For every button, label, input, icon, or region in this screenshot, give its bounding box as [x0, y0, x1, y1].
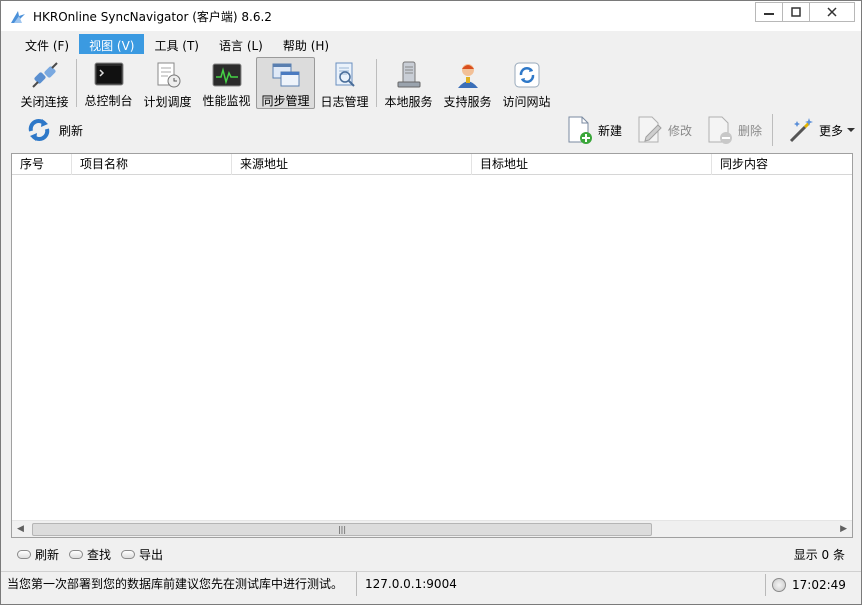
toolbar-separator — [376, 59, 377, 107]
monitor-label: 性能监视 — [202, 94, 251, 108]
toolbar-separator — [771, 114, 773, 146]
footer-export-link[interactable]: 导出 — [121, 546, 163, 563]
record-count: 显示 0 条 — [793, 548, 845, 562]
disconnect-label: 关闭连接 — [20, 95, 69, 109]
maximize-button[interactable] — [782, 2, 810, 22]
sync-management-button[interactable]: 同步管理 — [256, 57, 315, 109]
refresh-icon — [28, 119, 50, 141]
server-address: 127.0.0.1:9004 — [365, 577, 457, 591]
schedule-icon — [152, 60, 184, 90]
minimize-button[interactable] — [755, 2, 783, 22]
footer-find-link[interactable]: 查找 — [69, 546, 111, 563]
support-service-label: 支持服务 — [443, 95, 492, 109]
delete-document-icon — [708, 116, 732, 144]
scrollbar-thumb[interactable]: ||| — [32, 523, 652, 536]
title-bar[interactable]: HKROnline SyncNavigator (客户端) 8.6.2 — [1, 1, 861, 31]
new-button[interactable]: 新建 — [566, 115, 622, 145]
log-magnifier-icon — [329, 60, 361, 90]
edit-label: 修改 — [667, 123, 692, 138]
visit-website-label: 访问网站 — [502, 95, 551, 109]
column-header-sync-content[interactable]: 同步内容 — [712, 154, 852, 175]
list-toolbar: 刷新 新建 修改 删除 更多 — [15, 112, 855, 152]
column-header-project-name[interactable]: 项目名称 — [72, 154, 232, 175]
menu-language[interactable]: 语言 (L) — [209, 34, 273, 54]
main-toolbar: 关闭连接 总控制台 计划调度 性能监视 同步管理 日志管理 本地服务 支持服务 … — [15, 57, 556, 111]
menu-view[interactable]: 视图 (V) — [79, 34, 145, 54]
visit-website-button[interactable]: 访问网站 — [497, 57, 556, 109]
app-window: HKROnline SyncNavigator (客户端) 8.6.2 文件 (… — [0, 0, 862, 605]
list-footer: 刷新 查找 导出 显示 0 条 — [11, 542, 853, 566]
clock-panel: 17:02:49 — [765, 574, 857, 596]
horizontal-scrollbar[interactable]: ◀ ||| ▶ — [12, 520, 852, 537]
scroll-right-icon[interactable]: ▶ — [840, 524, 847, 534]
pill-icon — [69, 550, 83, 559]
minimize-icon — [764, 13, 774, 15]
menu-bar: 文件 (F) 视图 (V) 工具 (T) 语言 (L) 帮助 (H) — [15, 34, 339, 56]
status-message: 当您第一次部署到您的数据库前建议您先在测试库中进行测试。 — [7, 572, 357, 596]
performance-monitor-icon — [211, 60, 243, 89]
footer-find-label: 查找 — [87, 548, 112, 562]
edit-button[interactable]: 修改 — [636, 115, 692, 145]
console-icon — [93, 60, 125, 89]
footer-refresh-label: 刷新 — [35, 548, 60, 562]
local-service-button[interactable]: 本地服务 — [379, 57, 438, 109]
local-service-label: 本地服务 — [384, 95, 433, 109]
refresh-label: 刷新 — [59, 123, 84, 138]
more-button[interactable]: 更多 — [787, 115, 855, 145]
close-button[interactable] — [809, 2, 855, 22]
close-icon — [827, 7, 837, 17]
menu-tools[interactable]: 工具 (T) — [144, 34, 209, 54]
plug-icon — [29, 60, 61, 90]
status-bar: 当您第一次部署到您的数据库前建议您先在测试库中进行测试。 127.0.0.1:9… — [1, 571, 861, 604]
scroll-left-icon[interactable]: ◀ — [17, 524, 24, 534]
schedule-button[interactable]: 计划调度 — [138, 57, 197, 109]
log-management-label: 日志管理 — [320, 95, 369, 109]
table-header: 序号 项目名称 来源地址 目标地址 同步内容 — [12, 154, 852, 175]
column-header-source-address[interactable]: 来源地址 — [232, 154, 472, 175]
edit-document-icon — [638, 116, 662, 143]
refresh-button[interactable]: 刷新 — [23, 114, 83, 146]
schedule-label: 计划调度 — [143, 95, 192, 109]
new-document-icon — [568, 116, 592, 144]
footer-export-label: 导出 — [139, 548, 164, 562]
app-logo-icon — [10, 10, 26, 24]
restore-icon — [791, 7, 801, 17]
item-actions: 新建 修改 删除 更多 — [552, 114, 855, 146]
pill-icon — [17, 550, 31, 559]
support-person-icon — [452, 60, 484, 90]
monitor-button[interactable]: 性能监视 — [197, 57, 256, 109]
column-header-target-address[interactable]: 目标地址 — [472, 154, 712, 175]
sync-windows-icon — [270, 61, 302, 89]
more-label: 更多 — [818, 123, 843, 138]
clock-icon — [772, 578, 786, 592]
menu-file[interactable]: 文件 (F) — [15, 34, 79, 54]
footer-refresh-link[interactable]: 刷新 — [17, 546, 59, 563]
dropdown-arrow-icon — [847, 128, 855, 132]
new-label: 新建 — [597, 123, 622, 138]
console-button[interactable]: 总控制台 — [79, 57, 138, 109]
server-icon — [393, 60, 425, 90]
clock-time: 17:02:49 — [792, 578, 846, 592]
magic-wand-icon — [789, 118, 813, 143]
refresh-globe-icon — [511, 60, 543, 90]
pill-icon — [121, 550, 135, 559]
log-management-button[interactable]: 日志管理 — [315, 57, 374, 109]
window-title: HKROnline SyncNavigator (客户端) 8.6.2 — [33, 10, 272, 24]
menu-help[interactable]: 帮助 (H) — [273, 34, 339, 54]
console-label: 总控制台 — [84, 94, 133, 108]
delete-button[interactable]: 删除 — [706, 115, 762, 145]
column-header-index[interactable]: 序号 — [12, 154, 72, 175]
toolbar-separator — [76, 59, 77, 107]
window-controls — [755, 2, 855, 22]
sync-management-label: 同步管理 — [261, 94, 310, 108]
support-service-button[interactable]: 支持服务 — [438, 57, 497, 109]
delete-label: 删除 — [737, 123, 762, 138]
sync-project-table[interactable]: 序号 项目名称 来源地址 目标地址 同步内容 ◀ ||| ▶ — [11, 153, 853, 538]
disconnect-button[interactable]: 关闭连接 — [15, 57, 74, 109]
